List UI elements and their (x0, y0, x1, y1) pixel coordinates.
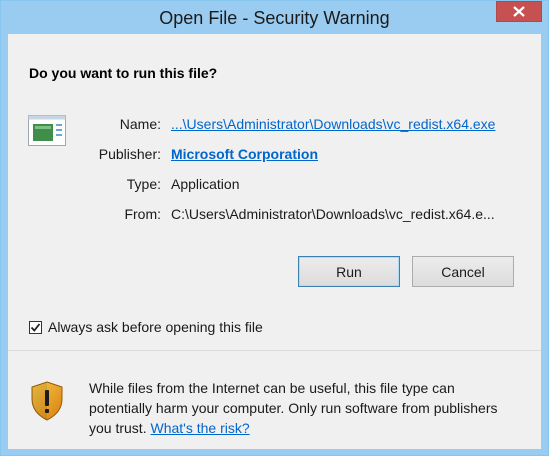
title-bar[interactable]: Open File - Security Warning (1, 1, 548, 34)
type-value: Application (171, 176, 240, 192)
warning-footer: While files from the Internet can be use… (8, 351, 541, 449)
always-ask-label: Always ask before opening this file (48, 319, 263, 335)
file-name-link[interactable]: ...\Users\Administrator\Downloads\vc_red… (171, 116, 495, 132)
prompt-heading: Do you want to run this file? (29, 65, 218, 81)
run-button[interactable]: Run (298, 256, 400, 287)
cancel-button[interactable]: Cancel (412, 256, 514, 287)
security-shield-warning-icon (31, 381, 63, 421)
from-value: C:\Users\Administrator\Downloads\vc_redi… (171, 206, 495, 222)
from-label: From: (124, 206, 161, 222)
type-label: Type: (126, 176, 161, 192)
publisher-label: Publisher: (98, 146, 161, 162)
security-warning-dialog: Open File - Security Warning Do you want… (0, 0, 549, 456)
window-title: Open File - Security Warning (159, 8, 390, 28)
name-label: Name: (119, 116, 161, 132)
close-button[interactable] (496, 1, 542, 22)
publisher-link[interactable]: Microsoft Corporation (171, 146, 318, 162)
whats-the-risk-link[interactable]: What's the risk? (150, 420, 249, 436)
checkmark-icon (30, 322, 41, 332)
file-info-panel: Do you want to run this file? Name: ...\… (8, 34, 541, 350)
warning-message: While files from the Internet can be use… (89, 378, 509, 438)
always-ask-checkbox[interactable] (29, 320, 42, 334)
always-ask-option[interactable]: Always ask before opening this file (29, 319, 263, 335)
dialog-body: Do you want to run this file? Name: ...\… (8, 34, 541, 449)
close-icon (513, 6, 525, 17)
